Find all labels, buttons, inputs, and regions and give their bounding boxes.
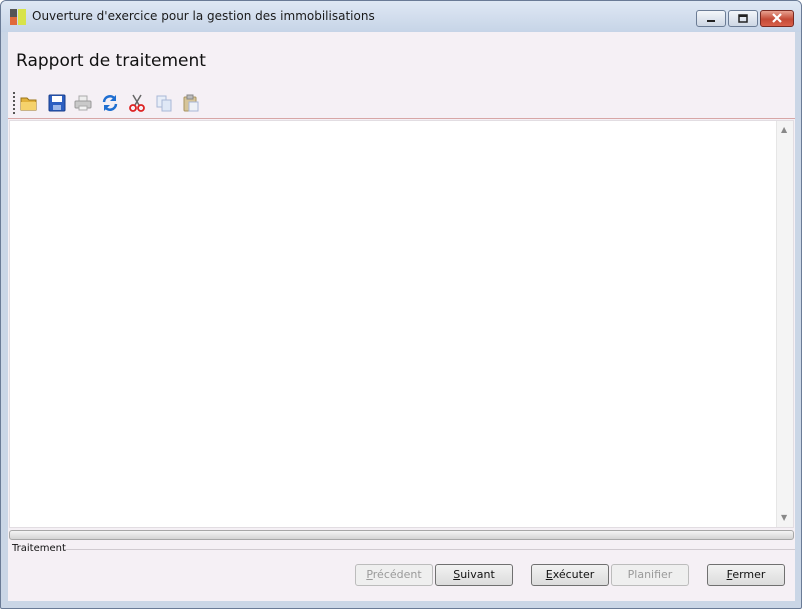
paste-icon[interactable] bbox=[182, 94, 200, 112]
save-icon[interactable] bbox=[48, 94, 66, 112]
vertical-scrollbar[interactable]: ▲ ▼ bbox=[776, 121, 793, 527]
execute-button[interactable]: Exécuter bbox=[531, 564, 609, 586]
print-icon[interactable] bbox=[74, 94, 92, 112]
scroll-down-icon[interactable]: ▼ bbox=[781, 514, 787, 522]
cut-icon[interactable] bbox=[128, 94, 146, 112]
client-area: Rapport de traitement ▲ ▼ Traitement Pré… bbox=[8, 32, 795, 601]
report-text-area[interactable]: ▲ ▼ bbox=[9, 120, 794, 528]
restore-icon bbox=[738, 14, 748, 23]
status-group-line bbox=[64, 549, 795, 550]
next-button[interactable]: Suivant bbox=[435, 564, 513, 586]
status-group-label: Traitement bbox=[12, 543, 68, 554]
minimize-button[interactable] bbox=[696, 10, 726, 27]
previous-button[interactable]: Précédent bbox=[355, 564, 433, 586]
refresh-icon[interactable] bbox=[101, 94, 119, 112]
progress-bar bbox=[9, 530, 794, 540]
copy-icon[interactable] bbox=[155, 94, 173, 112]
schedule-button[interactable]: Planifier bbox=[611, 564, 689, 586]
application-window: Ouverture d'exercice pour la gestion des… bbox=[0, 0, 802, 609]
open-folder-icon[interactable] bbox=[20, 94, 38, 112]
close-icon bbox=[772, 13, 782, 23]
minimize-icon bbox=[707, 20, 715, 22]
page-title: Rapport de traitement bbox=[16, 51, 206, 71]
restore-button[interactable] bbox=[728, 10, 758, 27]
window-title: Ouverture d'exercice pour la gestion des… bbox=[32, 9, 375, 23]
title-bar[interactable]: Ouverture d'exercice pour la gestion des… bbox=[1, 1, 801, 32]
close-dialog-button[interactable]: Fermer bbox=[707, 564, 785, 586]
toolbar-separator bbox=[8, 118, 795, 119]
toolbar bbox=[8, 87, 795, 119]
toolbar-grip[interactable] bbox=[13, 92, 17, 114]
scroll-up-icon[interactable]: ▲ bbox=[781, 126, 787, 134]
app-icon bbox=[10, 9, 26, 25]
close-button[interactable] bbox=[760, 10, 794, 27]
